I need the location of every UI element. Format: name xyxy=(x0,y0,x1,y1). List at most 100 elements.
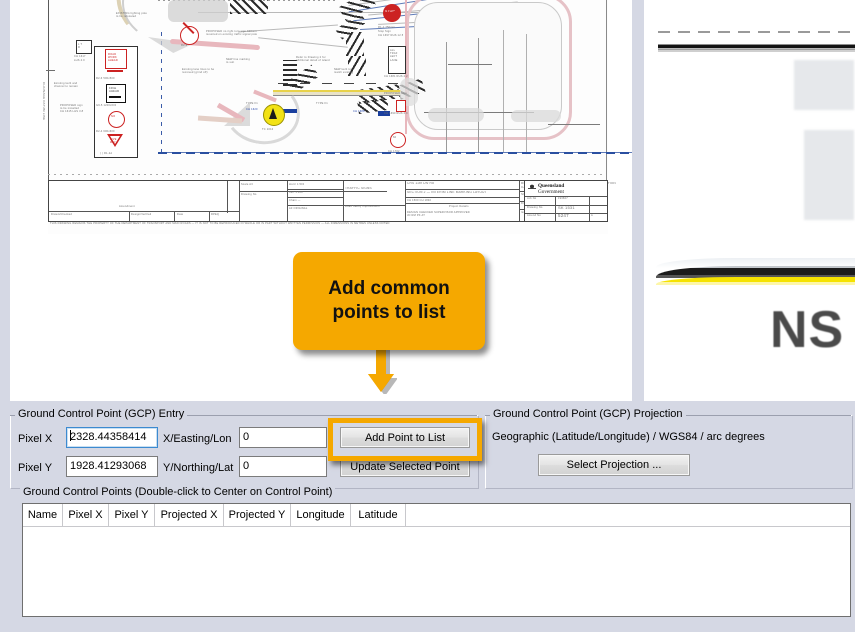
legend-sign-2-text: 100m AHEAD xyxy=(109,87,120,94)
tb-text: Project Details xyxy=(449,205,469,208)
legend-label-1: R2-6 500x500 xyxy=(96,77,115,80)
sign-note: R1-1 750mm xyxy=(378,26,395,29)
authority-sub: Government xyxy=(538,189,564,195)
tb-text: Drawing No xyxy=(527,206,543,209)
sign-note: CH 1617 xyxy=(74,55,86,58)
plan-note: EXISTING lighting pole to be relocated xyxy=(116,12,148,19)
projection-description: Geographic (Latitude/Longitude) / WGS84 … xyxy=(492,431,765,443)
gcp-list-view[interactable]: Name Pixel X Pixel Y Projected X Projected Y… xyxy=(22,503,851,617)
northing-label: Y/Northing/Lat xyxy=(163,462,234,474)
gcp-list-body[interactable] xyxy=(23,527,850,616)
tb-text: 193607 xyxy=(558,197,568,200)
tb-text: DESIGN CHECKED SUPERVISOR APPROVED JD RM… xyxy=(407,211,470,218)
stop-sign-label: STOP xyxy=(385,10,395,13)
sign-note: R2-6 xyxy=(181,44,188,47)
tb-text: Drawing No xyxy=(241,193,257,196)
column-header-pixel-x[interactable]: Pixel X xyxy=(63,504,109,526)
plan-note: Existing kerb and channel to remain xyxy=(54,82,79,89)
column-header-pixel-y[interactable]: Pixel Y xyxy=(109,504,155,526)
panel-splitter[interactable] xyxy=(632,0,644,401)
margin-tick xyxy=(46,70,55,71)
column-header-filler xyxy=(406,504,850,526)
column-header-name[interactable]: Name xyxy=(23,504,63,526)
authority-logo-block: Queensland Government Job No 193607 Draw… xyxy=(524,180,608,222)
tb-text: Vert 1:100 xyxy=(289,191,303,194)
tb-text: Job No xyxy=(527,197,537,200)
legend-sign-4-text: GIVE WAY xyxy=(110,138,117,145)
callout-text: Add common points to list xyxy=(293,252,485,350)
sign-note: Stop Sign xyxy=(378,30,392,33)
tb-text: Horiz 1:500 xyxy=(289,183,305,186)
select-projection-button[interactable]: Select Projection ... xyxy=(538,454,690,476)
image-smudge xyxy=(804,130,854,220)
easting-input[interactable]: 0 xyxy=(239,427,327,448)
plan-note: NEW kerb to match existing xyxy=(334,68,354,75)
column-header-projected-y[interactable]: Projected Y xyxy=(224,504,291,526)
tb-text: SK 1531 xyxy=(558,206,575,210)
small-sign xyxy=(396,100,406,112)
easting-label: X/Easting/Lon xyxy=(163,433,232,445)
zoom-preview-canvas[interactable]: NS xyxy=(644,0,855,401)
legend-sign-3-text: NO xyxy=(111,115,116,118)
legend-sign-1-text: ROAD WORK AHEAD xyxy=(108,53,118,62)
georeferencer-window: CHAINAGE DATUM LINE CH 1620 CH 1688 TYPE… xyxy=(0,0,855,632)
sign-note: CH 1681 RHS 4.2 xyxy=(384,75,408,78)
plan-note: NEW line marking to suit xyxy=(226,58,250,65)
legend-sign-3 xyxy=(108,111,125,128)
guide-sign-text: ALL TRAF LEFT LANE xyxy=(390,49,398,62)
plan-note: CH 1688 xyxy=(353,110,365,113)
road-line-yellow xyxy=(656,277,855,285)
pixel-x-input[interactable]: 2328.44358414 xyxy=(66,427,158,448)
plan-note: TYPE F1 xyxy=(246,102,258,105)
callout-line-2: points to list xyxy=(332,302,446,323)
legend-label-2: G9-5 1200x600 xyxy=(96,104,117,107)
engineering-drawing: CHAINAGE DATUM LINE CH 1620 CH 1688 TYPE… xyxy=(42,0,632,234)
road-line xyxy=(503,30,504,152)
plan-note: Existing lane lines to be removed (grind … xyxy=(182,68,215,75)
plan-note: PROPOSED no right turn sign 600mm mounted… xyxy=(206,30,258,37)
speed-sign-label: 60 xyxy=(393,136,397,139)
sign-note: CH 1690 RHS 4.0 xyxy=(384,112,408,115)
tb-text: SECTION 2 — INTERIM LINE MARKING LAYOUT xyxy=(407,191,487,194)
hatch-marking xyxy=(346,32,364,56)
plan-note: PROPOSED sign to be installed CH 1615 LHS … xyxy=(60,104,84,114)
splitter-island xyxy=(511,110,561,122)
plan-note: Refer to Drawing 2 for additional detail … xyxy=(296,56,330,63)
tb-text: Drawn/Checked xyxy=(51,213,73,216)
splitter-island xyxy=(428,108,484,122)
column-header-latitude[interactable]: Latitude xyxy=(351,504,406,526)
tb-text: RPEQ xyxy=(211,213,220,216)
lane-marking xyxy=(278,83,398,84)
pixel-y-input[interactable]: 1928.41293068 xyxy=(66,456,158,477)
hatch-marking xyxy=(230,0,268,14)
legend-divider xyxy=(107,70,123,72)
tb-text: CH 1500 CH 1840 xyxy=(407,199,432,202)
column-header-projected-x[interactable]: Projected X xyxy=(155,504,224,526)
gcp-projection-group-title: Ground Control Point (GCP) Projection xyxy=(490,408,686,420)
pixel-x-label: Pixel X xyxy=(18,433,53,445)
legend-arrow xyxy=(109,96,121,98)
pixel-y-label: Pixel Y xyxy=(18,462,53,474)
tb-text: Chain — xyxy=(289,199,301,202)
speed-sign xyxy=(390,132,406,148)
plan-note: CH 1620 xyxy=(246,108,258,111)
northing-input[interactable]: 0 xyxy=(239,456,327,477)
road-line xyxy=(478,38,479,152)
zoom-preview-text: NS xyxy=(770,301,845,359)
tb-text: A3 ORIGINAL xyxy=(289,207,308,210)
queensland-crest-icon xyxy=(528,184,536,193)
image-smudge xyxy=(794,60,854,110)
gcp-list-header: Name Pixel X Pixel Y Projected X Projected Y… xyxy=(23,504,850,527)
gcp-entry-group-title: Ground Control Point (GCP) Entry xyxy=(15,408,188,420)
column-header-longitude[interactable]: Longitude xyxy=(291,504,351,526)
plan-border-dotted xyxy=(48,174,604,175)
legend-label-3: R2-4 600x600 xyxy=(96,130,115,133)
callout-arrow-icon xyxy=(368,344,397,394)
callout-line-1: Add common xyxy=(328,278,450,299)
tb-text: A xyxy=(591,214,593,217)
sign-note: LHS 4.0 xyxy=(74,59,85,62)
gcp-projection-groupbox xyxy=(485,415,853,489)
guide-sign-text: L TR xyxy=(78,43,83,49)
drawing-footer-note: THIS DRAWING REMAINS THE PROPERTY OF THE… xyxy=(50,222,390,225)
road-line xyxy=(548,124,600,125)
